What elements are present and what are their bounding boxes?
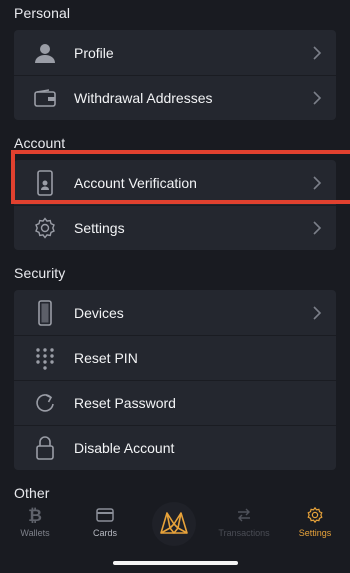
tab-cards-label: Cards <box>92 528 117 538</box>
reset-pin-label: Reset PIN <box>74 349 138 366</box>
wallet-icon <box>32 85 58 111</box>
withdrawal-addresses-row[interactable]: Withdrawal Addresses <box>14 75 336 120</box>
account-group: Account Verification Settings <box>14 160 336 250</box>
account-verification-row[interactable]: Account Verification <box>14 160 336 205</box>
chevron-right-icon <box>313 305 322 320</box>
lock-icon <box>32 435 58 461</box>
section-title-account: Account <box>14 135 66 151</box>
tab-transactions[interactable]: Transactions <box>214 506 274 538</box>
home-indicator <box>113 561 238 565</box>
bitcoin-icon: ₿ <box>28 506 42 524</box>
tab-settings[interactable]: Settings <box>285 506 345 538</box>
card-icon <box>96 508 114 522</box>
disable-account-label: Disable Account <box>74 439 175 456</box>
devices-row[interactable]: Devices <box>14 290 336 335</box>
section-title-security: Security <box>14 265 66 281</box>
devices-label: Devices <box>74 304 124 321</box>
section-title-other: Other <box>14 485 50 501</box>
security-group: Devices Reset PIN Reset Password Disable… <box>14 290 336 470</box>
chevron-right-icon <box>313 220 322 235</box>
tab-transactions-label: Transactions <box>218 528 270 538</box>
person-icon <box>32 40 58 66</box>
gear-icon <box>32 215 58 241</box>
settings-row[interactable]: Settings <box>14 205 336 250</box>
tab-settings-label: Settings <box>298 528 332 538</box>
tab-wallets-label: Wallets <box>20 528 50 538</box>
refresh-icon <box>32 390 58 416</box>
section-title-personal: Personal <box>14 5 71 21</box>
personal-group: Profile Withdrawal Addresses <box>14 30 336 120</box>
smartphone-icon <box>32 299 58 326</box>
profile-row[interactable]: Profile <box>14 30 336 75</box>
reset-password-row[interactable]: Reset Password <box>14 380 336 425</box>
tab-cards[interactable]: Cards <box>75 506 135 538</box>
swap-arrows-icon <box>238 508 250 522</box>
chevron-right-icon <box>313 90 322 105</box>
settings-label: Settings <box>74 219 125 236</box>
chevron-right-icon <box>313 175 322 190</box>
reset-password-label: Reset Password <box>74 394 176 411</box>
tab-wallets[interactable]: ₿ Wallets <box>5 506 65 538</box>
account-verification-label: Account Verification <box>74 174 197 191</box>
withdrawal-addresses-label: Withdrawal Addresses <box>74 89 213 106</box>
disable-account-row[interactable]: Disable Account <box>14 425 336 470</box>
reset-pin-row[interactable]: Reset PIN <box>14 335 336 380</box>
chevron-right-icon <box>313 45 322 60</box>
center-logo-button[interactable] <box>152 502 196 546</box>
phone-id-icon <box>32 169 58 196</box>
logo-icon <box>160 512 188 534</box>
svg-text:₿: ₿ <box>28 506 42 524</box>
profile-label: Profile <box>74 44 114 61</box>
keypad-icon <box>32 345 58 371</box>
gear-icon <box>307 506 323 524</box>
